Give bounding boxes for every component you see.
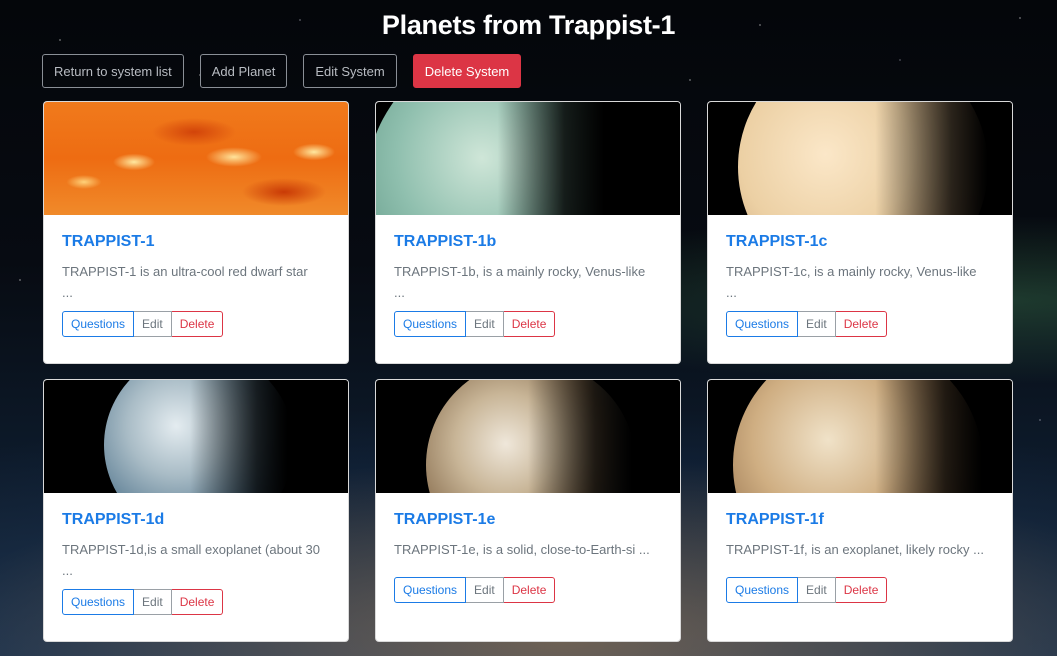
edit-planet-button[interactable]: Edit <box>798 311 836 337</box>
questions-button[interactable]: Questions <box>62 589 135 615</box>
planet-image <box>44 380 348 493</box>
planet-title[interactable]: TRAPPIST-1e <box>394 511 662 529</box>
planet-actions: Questions Edit Delete <box>394 311 556 337</box>
delete-planet-button[interactable]: Delete <box>835 577 888 603</box>
planet-card: TRAPPIST-1c TRAPPIST-1c, is a mainly roc… <box>707 101 1013 364</box>
delete-planet-button[interactable]: Delete <box>171 589 224 615</box>
planet-title[interactable]: TRAPPIST-1c <box>726 233 994 251</box>
planet-actions: Questions Edit Delete <box>726 577 888 603</box>
system-toolbar: Return to system list Add Planet Edit Sy… <box>42 54 522 88</box>
edit-planet-button[interactable]: Edit <box>466 311 504 337</box>
planet-card: TRAPPIST-1d TRAPPIST-1d,is a small exopl… <box>43 379 349 642</box>
planet-actions: Questions Edit Delete <box>394 577 556 603</box>
questions-button[interactable]: Questions <box>726 311 799 337</box>
questions-button[interactable]: Questions <box>726 577 799 603</box>
delete-planet-button[interactable]: Delete <box>835 311 888 337</box>
delete-planet-button[interactable]: Delete <box>503 577 556 603</box>
planet-card: TRAPPIST-1 TRAPPIST-1 is an ultra-cool r… <box>43 101 349 364</box>
edit-planet-button[interactable]: Edit <box>798 577 836 603</box>
planet-title[interactable]: TRAPPIST-1 <box>62 233 330 251</box>
planet-description: TRAPPIST-1c, is a mainly rocky, Venus-li… <box>726 264 977 300</box>
questions-button[interactable]: Questions <box>394 311 467 337</box>
return-to-system-list-button[interactable]: Return to system list <box>42 54 184 88</box>
planet-image <box>376 102 680 215</box>
planet-image <box>44 102 348 215</box>
questions-button[interactable]: Questions <box>394 577 467 603</box>
planet-image <box>708 380 1012 493</box>
planet-title[interactable]: TRAPPIST-1f <box>726 511 994 529</box>
planet-title[interactable]: TRAPPIST-1d <box>62 511 330 529</box>
planet-description: TRAPPIST-1 is an ultra-cool red dwarf st… <box>62 264 308 300</box>
delete-planet-button[interactable]: Delete <box>171 311 224 337</box>
planet-image <box>708 102 1012 215</box>
planet-title[interactable]: TRAPPIST-1b <box>394 233 662 251</box>
planet-description: TRAPPIST-1f, is an exoplanet, likely roc… <box>726 542 984 557</box>
planet-description: TRAPPIST-1d,is a small exoplanet (about … <box>62 542 320 578</box>
planet-card: TRAPPIST-1f TRAPPIST-1f, is an exoplanet… <box>707 379 1013 642</box>
planet-actions: Questions Edit Delete <box>62 311 224 337</box>
edit-planet-button[interactable]: Edit <box>134 589 172 615</box>
planet-description: TRAPPIST-1e, is a solid, close-to-Earth-… <box>394 542 650 557</box>
questions-button[interactable]: Questions <box>62 311 135 337</box>
planet-card: TRAPPIST-1b TRAPPIST-1b, is a mainly roc… <box>375 101 681 364</box>
add-planet-button[interactable]: Add Planet <box>199 54 288 88</box>
page-title: Planets from Trappist-1 <box>381 10 676 40</box>
planet-description: TRAPPIST-1b, is a mainly rocky, Venus-li… <box>394 264 646 300</box>
planet-image <box>376 380 680 493</box>
delete-planet-button[interactable]: Delete <box>503 311 556 337</box>
delete-system-button[interactable]: Delete System <box>412 54 522 88</box>
planet-card: TRAPPIST-1e TRAPPIST-1e, is a solid, clo… <box>375 379 681 642</box>
edit-system-button[interactable]: Edit System <box>303 54 397 88</box>
planet-actions: Questions Edit Delete <box>726 311 888 337</box>
edit-planet-button[interactable]: Edit <box>134 311 172 337</box>
planet-actions: Questions Edit Delete <box>62 589 224 615</box>
edit-planet-button[interactable]: Edit <box>466 577 504 603</box>
